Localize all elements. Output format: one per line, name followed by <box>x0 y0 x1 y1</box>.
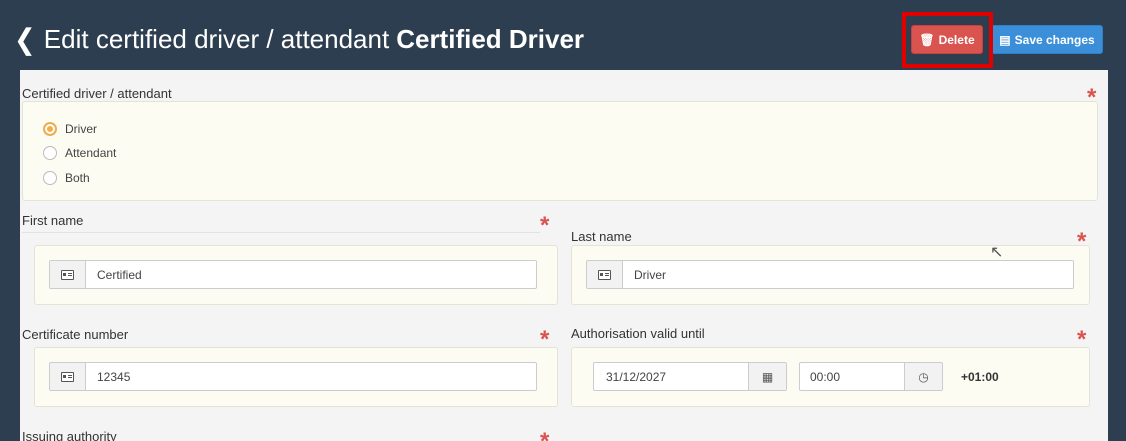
timezone-offset: +01:00 <box>961 370 999 384</box>
page-title-record-name: Certified Driver <box>396 24 585 54</box>
radio-label-driver: Driver <box>65 122 97 136</box>
last-name-value: Driver <box>634 267 666 282</box>
radio-option-driver[interactable]: Driver <box>43 122 97 136</box>
first-name-label: First name <box>22 213 84 228</box>
last-name-box: Driver <box>571 245 1090 305</box>
authorisation-box: 31/12/2027 ▦ 00:00 ◷ +01:00 <box>571 347 1090 407</box>
first-name-box: Certified <box>34 245 558 305</box>
last-name-field[interactable]: Driver <box>586 260 1074 289</box>
required-marker: * <box>540 212 550 239</box>
save-button-label: Save changes <box>1014 32 1095 47</box>
save-changes-button[interactable]: ▤ Save changes <box>991 25 1103 54</box>
date-value: 31/12/2027 <box>606 369 667 384</box>
id-card-icon <box>50 261 86 288</box>
time-field[interactable]: 00:00 ◷ <box>799 362 943 391</box>
certificate-number-field[interactable]: 12345 <box>49 362 537 391</box>
issuing-authority-label: Issuing authority <box>22 429 117 441</box>
role-radio-group: Driver Attendant Both <box>22 101 1098 201</box>
id-card-icon <box>50 363 86 390</box>
time-value: 00:00 <box>810 369 841 384</box>
page-title-prefix: Edit certified driver / attendant <box>43 24 390 54</box>
date-field[interactable]: 31/12/2027 ▦ <box>593 362 787 391</box>
radio-label-both: Both <box>65 171 90 185</box>
calendar-icon[interactable]: ▦ <box>748 363 786 390</box>
divider <box>22 232 540 233</box>
form-panel: Certified driver / attendant * Driver At… <box>20 70 1108 441</box>
radio-button[interactable] <box>43 146 57 160</box>
first-name-value: Certified <box>97 267 142 282</box>
required-marker: * <box>540 430 549 441</box>
role-label: Certified driver / attendant <box>22 86 172 101</box>
save-icon: ▤ <box>999 32 1011 47</box>
page-header: ❮ Edit certified driver / attendant Cert… <box>0 0 1126 70</box>
radio-button-selected[interactable] <box>43 122 57 136</box>
chevron-left-icon[interactable]: ❮ <box>14 22 36 56</box>
last-name-label: Last name <box>571 229 632 244</box>
certificate-number-value: 12345 <box>97 369 131 384</box>
highlight-box <box>902 12 993 68</box>
certificate-number-label: Certificate number <box>22 327 129 342</box>
first-name-field[interactable]: Certified <box>49 260 537 289</box>
radio-option-both[interactable]: Both <box>43 171 90 185</box>
radio-option-attendant[interactable]: Attendant <box>43 146 116 160</box>
radio-button[interactable] <box>43 171 57 185</box>
certificate-number-box: 12345 <box>34 347 558 407</box>
id-card-icon <box>587 261 623 288</box>
authorisation-label: Authorisation valid until <box>571 326 705 341</box>
page-title: ❮ Edit certified driver / attendant Cert… <box>14 22 585 56</box>
mouse-cursor-icon: ↖ <box>990 244 1004 261</box>
radio-label-attendant: Attendant <box>65 146 117 160</box>
clock-icon[interactable]: ◷ <box>904 363 942 390</box>
